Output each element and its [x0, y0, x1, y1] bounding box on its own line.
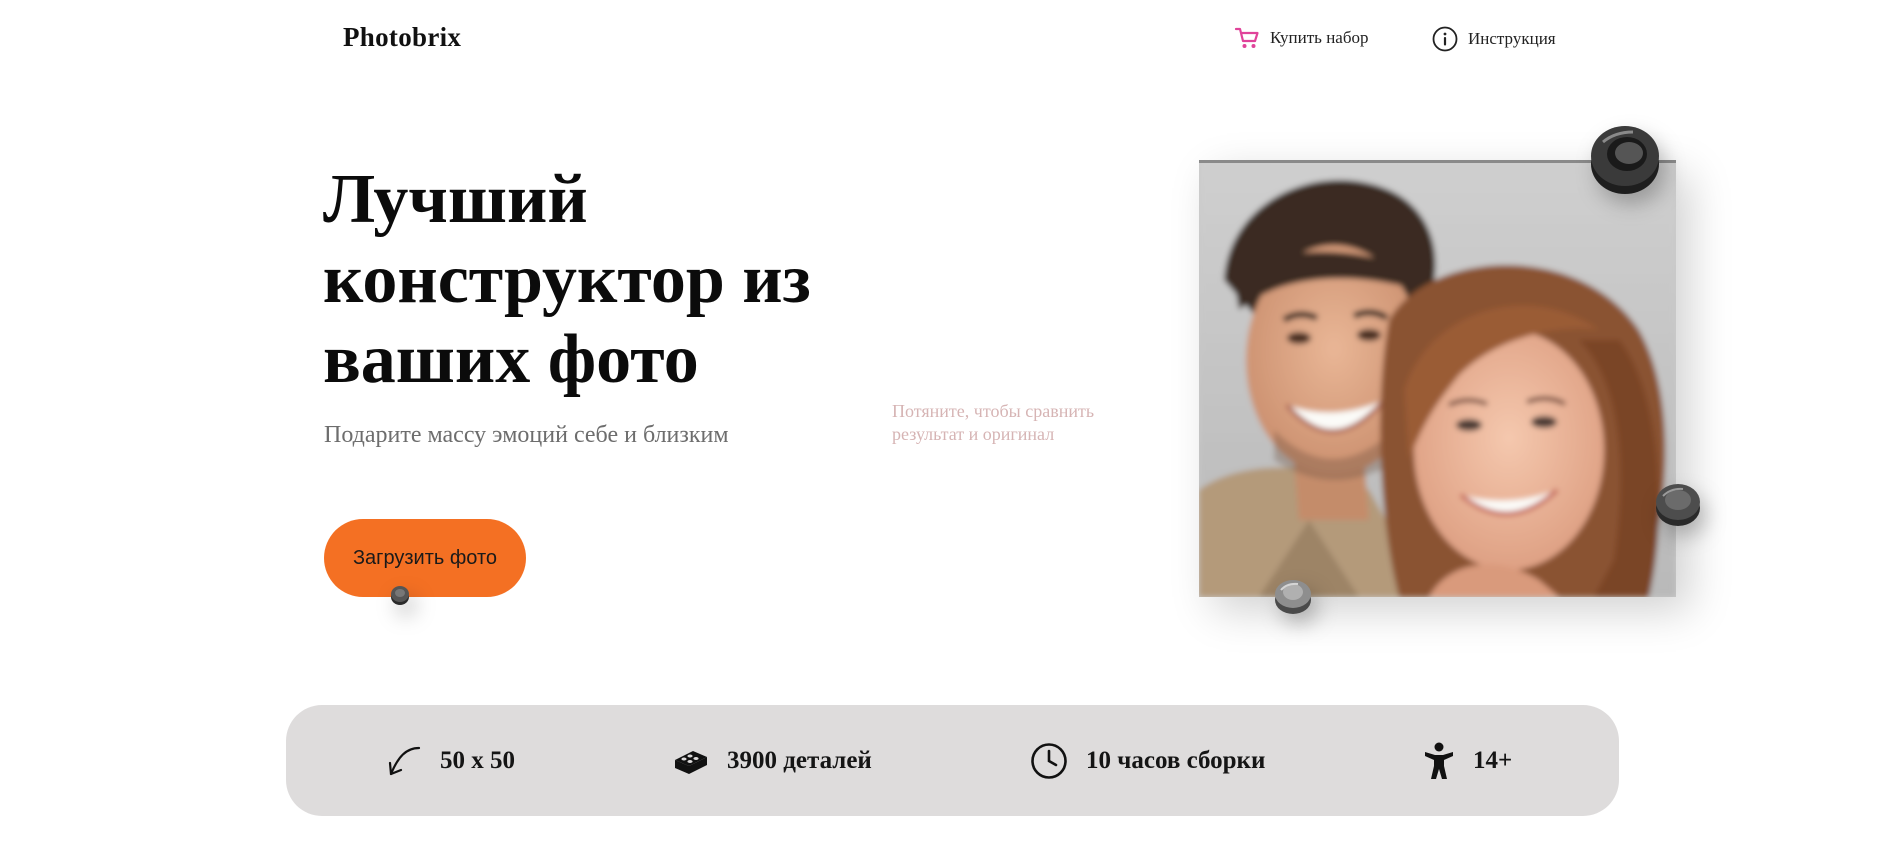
stat-parts-value: 3900 деталей [727, 746, 872, 774]
person-icon [1423, 742, 1455, 780]
page: Photobrix Купить набор Инструкция Лучший… [0, 0, 1892, 862]
brick-stud-large [1585, 120, 1665, 205]
hero-title: Лучший конструктор из ваших фото [323, 161, 811, 398]
couple-photo [1199, 160, 1676, 597]
compare-hint: Потяните, чтобы сравнить результат и ори… [892, 401, 1095, 444]
brick-stud-tiny [389, 584, 411, 611]
stat-size-value: 50 x 50 [440, 746, 515, 774]
brick-stud-medium [1653, 480, 1703, 535]
stat-size: 50 x 50 [386, 705, 515, 816]
stat-age-value: 14+ [1473, 746, 1513, 774]
cart-icon [1234, 26, 1260, 50]
info-icon [1432, 26, 1458, 52]
stat-parts: 3900 деталей [673, 705, 872, 816]
stat-age: 14+ [1423, 705, 1512, 816]
photo-comparison-slider[interactable] [1199, 160, 1676, 597]
brick-stud-small [1272, 576, 1314, 621]
upload-photo-button[interactable]: Загрузить фото [324, 519, 526, 597]
logo[interactable]: Photobrix [343, 22, 461, 53]
instruction-label: Инструкция [1468, 29, 1556, 48]
lego-brick-icon [673, 746, 709, 776]
buy-kit-label: Купить набор [1270, 28, 1369, 47]
stat-time-value: 10 часов сборки [1086, 746, 1266, 774]
hero-subtitle: Подарите массу эмоций себе и близким [324, 422, 729, 448]
buy-kit-link[interactable]: Купить набор [1234, 26, 1368, 50]
site-header: Photobrix Купить набор Инструкция [0, 0, 1892, 80]
kit-stats-bar: 50 x 50 3900 деталей 10 часов сборки 14+ [286, 705, 1619, 816]
stat-time: 10 часов сборки [1030, 705, 1265, 816]
instruction-link[interactable]: Инструкция [1432, 26, 1556, 52]
clock-icon [1030, 742, 1068, 780]
diagonal-arrow-icon [386, 743, 422, 779]
